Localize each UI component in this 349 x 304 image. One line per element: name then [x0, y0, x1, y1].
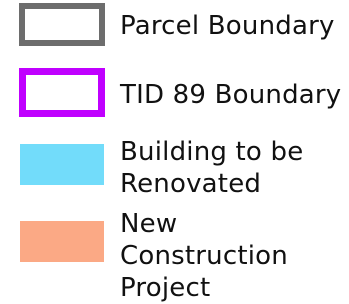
legend-item-new-construction: New Construction Project: [0, 202, 349, 303]
parcel-boundary-swatch: [19, 3, 105, 46]
legend-item-parcel-boundary: Parcel Boundary: [0, 0, 349, 62]
tid-boundary-swatch: [19, 68, 105, 117]
new-construction-label: New Construction Project: [120, 209, 288, 303]
legend-item-building-renovated: Building to be Renovated: [0, 130, 349, 200]
legend-item-tid-boundary: TID 89 Boundary: [0, 62, 349, 130]
building-renovated-label: Building to be Renovated: [120, 137, 304, 199]
map-legend: Parcel Boundary TID 89 Boundary Building…: [0, 0, 349, 303]
parcel-boundary-label: Parcel Boundary: [120, 11, 335, 41]
new-construction-swatch: [20, 221, 104, 262]
building-renovated-swatch: [20, 144, 104, 185]
tid-boundary-label: TID 89 Boundary: [120, 80, 342, 110]
